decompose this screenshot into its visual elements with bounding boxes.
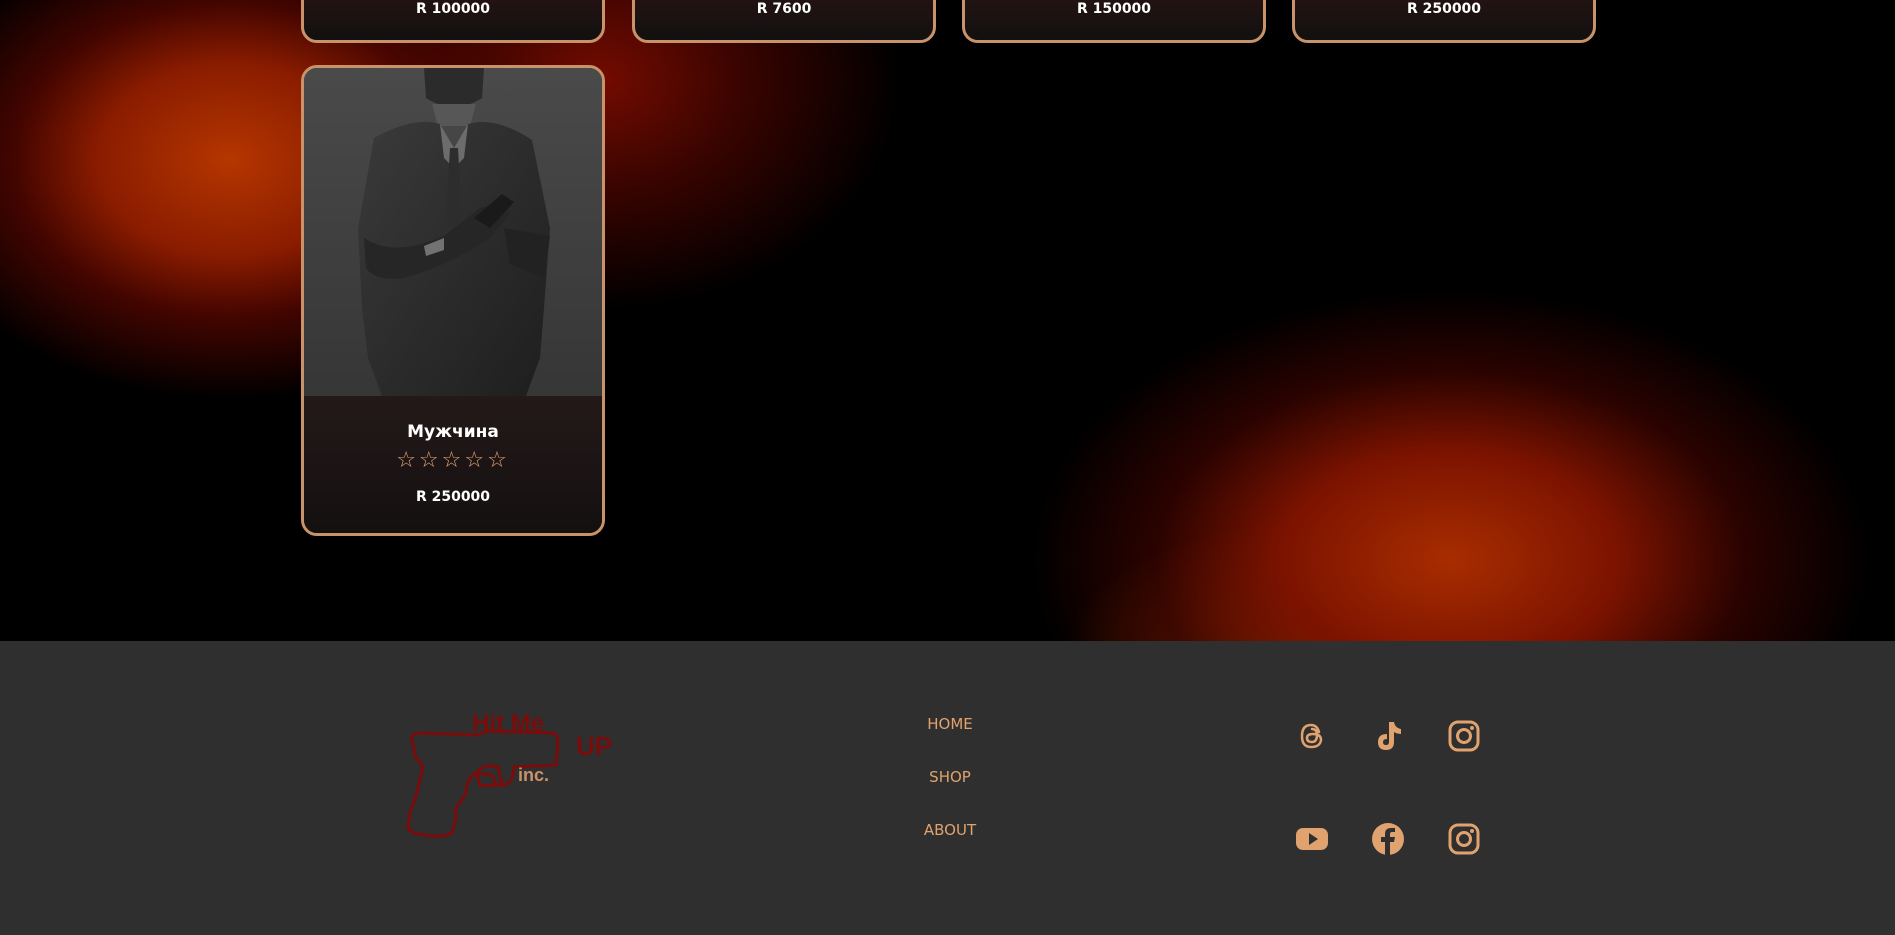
brand-logo[interactable]: Hit Me UP inc.	[380, 703, 620, 853]
product-price: R 150000	[1076, 1, 1152, 17]
rating-stars[interactable]: ☆☆☆☆☆	[304, 448, 602, 473]
hero-background: R 100000 R 7600 R 150000 R 250000 Мужчин…	[0, 0, 1895, 641]
logo-text-line3: inc.	[518, 765, 549, 785]
tiktok-icon[interactable]	[1369, 717, 1407, 755]
product-card[interactable]: R 7600	[632, 0, 936, 43]
threads-icon[interactable]	[1293, 717, 1331, 755]
man-in-suit-image	[304, 68, 602, 396]
instagram-icon[interactable]	[1445, 717, 1483, 755]
site-footer: Hit Me UP inc. HOME SHOP ABOUT	[0, 641, 1895, 935]
product-price: R 250000	[415, 489, 491, 505]
product-card[interactable]: R 150000	[962, 0, 1266, 43]
nav-home-link[interactable]: HOME	[880, 714, 1020, 767]
nav-shop-link[interactable]: SHOP	[880, 767, 1020, 820]
product-image[interactable]	[304, 68, 602, 396]
instagram-icon[interactable]	[1445, 820, 1483, 858]
nav-about-link[interactable]: ABOUT	[880, 820, 1020, 873]
product-card[interactable]: R 100000	[301, 0, 605, 43]
gun-logo-icon: Hit Me UP inc.	[406, 710, 612, 838]
product-name: Мужчина	[407, 422, 499, 442]
product-price: R 7600	[756, 1, 812, 17]
social-links	[1293, 717, 1483, 877]
product-info: Мужчина ☆☆☆☆☆ R 250000	[304, 396, 602, 533]
youtube-icon[interactable]	[1293, 820, 1331, 858]
product-price: R 100000	[415, 1, 491, 17]
logo-text-line2: UP	[576, 731, 612, 761]
product-card[interactable]: R 250000	[1292, 0, 1596, 43]
logo-text-line1: Hit Me	[472, 710, 544, 737]
footer-nav: HOME SHOP ABOUT	[880, 714, 1020, 873]
facebook-icon[interactable]	[1369, 820, 1407, 858]
product-price: R 250000	[1406, 1, 1482, 17]
product-card-featured[interactable]: Мужчина ☆☆☆☆☆ R 250000	[301, 65, 605, 536]
